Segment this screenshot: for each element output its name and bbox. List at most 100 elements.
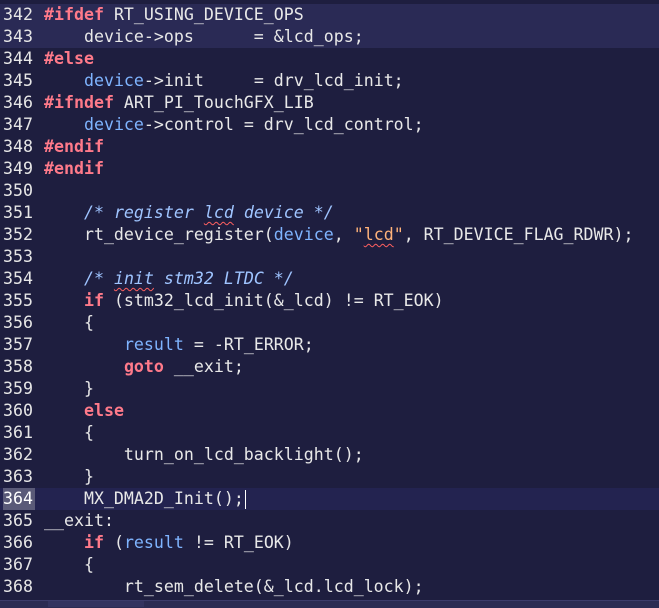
code-text[interactable]: device->control = drv_lcd_control; (44, 114, 424, 136)
code-token: } (44, 379, 94, 398)
code-token: { (44, 555, 94, 574)
code-text[interactable]: goto __exit; (44, 356, 244, 378)
code-line[interactable]: 352 rt_device_register(device, "lcd", RT… (0, 224, 659, 246)
code-text[interactable]: #ifndef ART_PI_TouchGFX_LIB (44, 92, 314, 114)
line-number: 367 (3, 555, 33, 574)
line-number: 344 (3, 49, 33, 68)
line-number: 347 (3, 115, 33, 134)
code-line[interactable]: 345 device->init = drv_lcd_init; (0, 70, 659, 92)
code-token: if (83, 291, 104, 310)
code-line[interactable]: 367 { (0, 554, 659, 576)
code-text[interactable]: if (stm32_lcd_init(&_lcd) != RT_EOK) (44, 290, 444, 312)
code-line[interactable]: 358 goto __exit; (0, 356, 659, 378)
code-line[interactable]: 368 rt_sem_delete(&_lcd.lcd_lock); (0, 576, 659, 598)
line-number: 364 (3, 488, 35, 510)
code-token: rt_sem_delete(&_lcd.lcd_lock); (44, 577, 424, 596)
code-line[interactable]: 343 device->ops = &lcd_ops; (0, 26, 659, 48)
code-line[interactable]: 360 else (0, 400, 659, 422)
code-line[interactable]: 350 (0, 180, 659, 202)
code-token: device (83, 71, 144, 90)
code-text[interactable]: #endif (44, 158, 104, 180)
code-text[interactable]: else (44, 400, 124, 422)
code-text[interactable]: } (44, 466, 94, 488)
code-token: , RT_DEVICE_FLAG_RDWR); (403, 225, 634, 244)
code-text[interactable]: rt_sem_delete(&_lcd.lcd_lock); (44, 576, 424, 598)
code-text[interactable]: { (44, 422, 94, 444)
code-editor[interactable]: 342 #ifdef RT_USING_DEVICE_OPS 343 device-… (0, 0, 659, 600)
code-line[interactable]: 357 result = -RT_ERROR; (0, 334, 659, 356)
line-number: 345 (3, 71, 33, 90)
line-number: 346 (3, 93, 33, 112)
code-token: " (393, 225, 404, 244)
code-text[interactable]: rt_device_register(device, "lcd", RT_DEV… (44, 224, 634, 246)
code-line[interactable]: 356 { (0, 312, 659, 334)
code-text[interactable]: turn_on_lcd_backlight(); (44, 444, 364, 466)
code-token: { (44, 313, 94, 332)
line-number: 356 (3, 313, 33, 332)
code-text[interactable]: device->ops = &lcd_ops; (44, 26, 364, 48)
code-text[interactable]: __exit: (44, 510, 114, 532)
code-line[interactable]: 365 __exit: (0, 510, 659, 532)
code-text[interactable]: #else (44, 48, 94, 70)
code-token: lcd (363, 225, 394, 244)
code-token: device (83, 115, 144, 134)
line-number: 360 (3, 401, 33, 420)
code-line[interactable]: 348 #endif (0, 136, 659, 158)
code-line[interactable]: 366 if (result != RT_EOK) (0, 532, 659, 554)
code-text[interactable]: device->init = drv_lcd_init; (44, 70, 404, 92)
code-token: #ifdef (44, 5, 104, 24)
code-token: #else (44, 49, 94, 68)
line-number: 351 (3, 203, 33, 222)
code-text[interactable]: #ifdef RT_USING_DEVICE_OPS (44, 4, 304, 26)
code-text[interactable]: #endif (44, 136, 104, 158)
code-line[interactable]: 344 #else (0, 48, 659, 70)
code-token: device (273, 225, 334, 244)
code-line[interactable]: 342 #ifdef RT_USING_DEVICE_OPS (0, 4, 659, 26)
code-line[interactable]: 354 /* init stm32 LTDC */ (0, 268, 659, 290)
code-token: = -RT_ERROR; (183, 335, 314, 354)
line-number: 352 (3, 225, 33, 244)
line-number: 368 (3, 577, 33, 596)
line-number: 365 (3, 511, 33, 530)
line-number: 366 (3, 533, 33, 552)
line-number: 348 (3, 137, 33, 156)
code-line[interactable]: 355 if (stm32_lcd_init(&_lcd) != RT_EOK) (0, 290, 659, 312)
code-token: result (123, 335, 184, 354)
line-number: 349 (3, 159, 33, 178)
code-text[interactable]: if (result != RT_EOK) (44, 532, 294, 554)
code-line[interactable]: 353 (0, 246, 659, 268)
code-text[interactable]: { (44, 312, 94, 334)
code-line[interactable]: 361 { (0, 422, 659, 444)
code-text[interactable]: /* init stm32 LTDC */ (44, 268, 294, 290)
code-text[interactable]: { (44, 554, 94, 576)
code-line[interactable]: 351 /* register lcd device */ (0, 202, 659, 224)
line-number: 342 (3, 5, 33, 24)
code-text[interactable]: result = -RT_ERROR; (44, 334, 314, 356)
code-token: #ifndef (44, 93, 114, 112)
line-number: 353 (3, 247, 33, 266)
code-line[interactable]: 362 turn_on_lcd_backlight(); (0, 444, 659, 466)
code-token: ART_PI_TouchGFX_LIB (113, 93, 314, 112)
code-line[interactable]: 346 #ifndef ART_PI_TouchGFX_LIB (0, 92, 659, 114)
code-token: init (113, 269, 154, 288)
code-line[interactable]: 349 #endif (0, 158, 659, 180)
code-token: goto (123, 357, 164, 376)
code-text[interactable]: } (44, 378, 94, 400)
code-text[interactable]: MX_DMA2D_Init(); (44, 488, 247, 510)
scrollbar-thumb[interactable] (48, 601, 144, 607)
code-token: stm32 LTDC */ (153, 269, 294, 288)
code-line[interactable]: 347 device->control = drv_lcd_control; (0, 114, 659, 136)
code-text[interactable]: /* register lcd device */ (44, 202, 334, 224)
code-token: ->init = drv_lcd_init; (143, 71, 404, 90)
code-line[interactable]: 364 MX_DMA2D_Init(); (0, 488, 659, 510)
code-line[interactable]: 359 } (0, 378, 659, 400)
code-line[interactable]: 363 } (0, 466, 659, 488)
